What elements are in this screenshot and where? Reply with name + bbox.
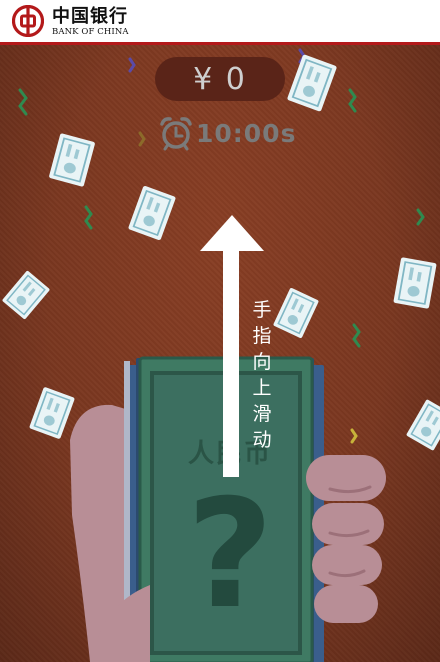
countdown-timer: 10:00s (158, 115, 296, 151)
money-counter: ¥ 0 (155, 57, 285, 101)
page: 中国银行 BANK OF CHINA ? ¥ 0 10:00s 手 指 向 上 … (0, 0, 440, 662)
bank-name-english: BANK OF CHINA (52, 27, 129, 37)
alarm-clock-icon (160, 117, 192, 151)
instruction-char: 向 (252, 351, 272, 373)
header: 中国银行 BANK OF CHINA (0, 0, 440, 42)
swipe-instruction: 手 指 向 上 滑 动 (248, 297, 276, 453)
money-amount: ¥ 0 (193, 61, 247, 97)
instruction-char: 动 (252, 429, 272, 451)
bank-name-chinese: 中国银行 (52, 6, 128, 27)
bank-of-china-logo-icon (12, 5, 44, 37)
instruction-char: 滑 (252, 403, 272, 425)
instruction-char: 上 (252, 377, 272, 399)
instruction-char: 手 (252, 299, 272, 321)
header-divider (0, 42, 440, 45)
timer-value: 10:00s (196, 118, 297, 148)
game-area[interactable]: 人民币 ? ¥ 0 10:00s 手 指 向 上 滑 动 (0, 45, 440, 662)
instruction-char: 指 (252, 325, 272, 347)
mystery-question-mark: ? (186, 468, 274, 642)
